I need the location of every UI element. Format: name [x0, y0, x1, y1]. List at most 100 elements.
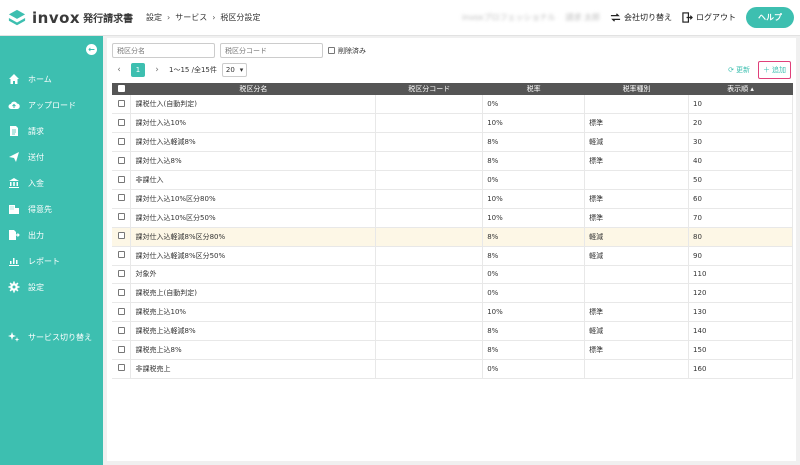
collapse-sidebar-icon[interactable]: ← [86, 44, 97, 55]
cell-display-order: 130 [688, 302, 793, 323]
table-row[interactable]: 非課税売上 0% 160 [112, 359, 793, 379]
sidebar-item-settings[interactable]: 設定 [0, 274, 103, 300]
table-row[interactable]: 課対仕入込10%区分50% 10% 標準 70 [112, 208, 793, 228]
row-checkbox-cell[interactable] [112, 283, 132, 304]
row-checkbox-cell[interactable] [112, 151, 132, 172]
app-logo[interactable]: invox 発行請求書 [0, 9, 140, 27]
row-checkbox-cell[interactable] [112, 227, 132, 247]
tax-code-search-input[interactable] [220, 43, 323, 58]
sidebar-item-home[interactable]: ホーム [0, 66, 103, 92]
row-checkbox-cell[interactable] [112, 132, 132, 153]
row-checkbox[interactable] [117, 194, 125, 202]
cell-rate: 10% [482, 302, 586, 323]
column-header-display-order[interactable]: 表示順 ▴ [688, 83, 793, 95]
cell-rate: 8% [482, 340, 586, 360]
column-header-name[interactable]: 税区分名 [130, 83, 376, 95]
sidebar-item-label: 送付 [28, 152, 44, 162]
help-button[interactable]: ヘルプ [746, 7, 794, 28]
row-checkbox[interactable] [117, 99, 125, 107]
next-page-icon[interactable]: › [150, 63, 164, 77]
row-checkbox-cell[interactable] [112, 246, 132, 266]
row-checkbox[interactable] [117, 288, 125, 296]
sidebar-item-switch-service[interactable]: サービス切り替え [0, 324, 103, 350]
row-checkbox[interactable] [117, 213, 125, 221]
sidebar-item-payment[interactable]: 入金 [0, 170, 103, 196]
row-checkbox[interactable] [117, 156, 125, 164]
add-button[interactable]: ＋ 追加 [758, 61, 791, 79]
table-row[interactable]: 非課仕入 0% 50 [112, 170, 793, 190]
row-checkbox[interactable] [117, 326, 125, 334]
row-checkbox-cell[interactable] [112, 302, 132, 323]
cell-rate-type: 標準 [584, 113, 690, 134]
cell-rate-type: 標準 [584, 189, 690, 209]
table-row[interactable]: 課対仕入込軽減8% 8% 軽減 30 [112, 132, 793, 153]
table-row[interactable]: 課対仕入込10% 10% 標準 20 [112, 113, 793, 134]
table-row[interactable]: 課対仕入込軽減8%区分80% 8% 軽減 80 [112, 227, 793, 247]
sidebar-item-invoice[interactable]: 請求 [0, 118, 103, 144]
refresh-label: 更新 [736, 66, 750, 74]
select-all-checkbox[interactable] [117, 84, 125, 92]
table-row[interactable]: 課税売上(自動判定) 0% 120 [112, 283, 793, 304]
row-checkbox[interactable] [117, 232, 125, 240]
cell-rate-type: 軽減 [584, 227, 690, 247]
sidebar-item-customers[interactable]: 得意先 [0, 196, 103, 222]
document-icon [10, 126, 18, 136]
row-checkbox[interactable] [117, 251, 125, 259]
row-checkbox-cell[interactable] [112, 359, 132, 379]
switch-company-button[interactable]: 会社切り替え [610, 12, 672, 23]
row-checkbox[interactable] [117, 118, 125, 126]
prev-page-icon[interactable]: ‹ [112, 63, 126, 77]
row-checkbox[interactable] [117, 137, 125, 145]
cell-name: 課対仕入込10% [130, 113, 377, 134]
cell-display-order: 20 [688, 113, 793, 134]
row-checkbox[interactable] [117, 364, 125, 372]
show-deleted-checkbox[interactable] [328, 47, 335, 54]
table-row[interactable]: 課対仕入込8% 8% 標準 40 [112, 151, 793, 172]
show-deleted-toggle[interactable]: 削除済み [328, 46, 366, 56]
sidebar-item-label: 入金 [28, 178, 44, 188]
table-row[interactable]: 課対仕入込軽減8%区分50% 8% 軽減 90 [112, 246, 793, 266]
sidebar-item-upload[interactable]: アップロード [0, 92, 103, 118]
row-checkbox-cell[interactable] [112, 208, 132, 228]
row-checkbox-cell[interactable] [112, 170, 132, 190]
cell-display-order: 80 [688, 227, 793, 247]
row-checkbox-cell[interactable] [112, 321, 132, 342]
row-checkbox[interactable] [117, 307, 125, 315]
row-checkbox[interactable] [117, 175, 125, 183]
table-row[interactable]: 課税仕入(自動判定) 0% 10 [112, 95, 793, 115]
select-all-header[interactable] [112, 83, 131, 95]
sidebar-item-report[interactable]: レポート [0, 248, 103, 274]
row-checkbox-cell[interactable] [112, 189, 132, 209]
current-page-button[interactable]: 1 [131, 63, 145, 77]
sidebar-item-label: サービス切り替え [28, 332, 92, 342]
per-page-select[interactable]: 20 ▾ [221, 63, 248, 77]
row-checkbox-cell[interactable] [112, 95, 132, 115]
column-header-code[interactable]: 税区分コード [375, 83, 483, 95]
cell-name: 非課仕入 [130, 170, 377, 190]
table-row[interactable]: 課税売上込8% 8% 標準 150 [112, 340, 793, 360]
breadcrumb-item[interactable]: サービス [175, 12, 207, 23]
cell-display-order: 140 [688, 321, 793, 342]
logout-button[interactable]: ログアウト [682, 12, 736, 23]
cell-rate: 0% [482, 95, 586, 115]
cell-rate-type [584, 95, 690, 115]
row-checkbox-cell[interactable] [112, 340, 132, 360]
refresh-button[interactable]: ⟳ 更新 [728, 65, 750, 75]
cell-rate-type [584, 170, 690, 190]
cell-rate: 10% [482, 113, 586, 134]
column-header-rate[interactable]: 税率 [482, 83, 585, 95]
row-checkbox[interactable] [117, 345, 125, 353]
table-row[interactable]: 対象外 0% 110 [112, 265, 793, 285]
row-checkbox-cell[interactable] [112, 265, 132, 285]
sidebar-item-send[interactable]: 送付 [0, 144, 103, 170]
breadcrumb-item[interactable]: 設定 [146, 12, 162, 23]
sidebar-item-export[interactable]: 出力 [0, 222, 103, 248]
row-checkbox-cell[interactable] [112, 113, 132, 134]
tax-name-search-input[interactable] [112, 43, 215, 58]
table-row[interactable]: 課対仕入込10%区分80% 10% 標準 60 [112, 189, 793, 209]
table-row[interactable]: 課税売上込軽減8% 8% 軽減 140 [112, 321, 793, 342]
cell-display-order: 10 [688, 95, 793, 115]
row-checkbox[interactable] [117, 269, 125, 277]
table-row[interactable]: 課税売上込10% 10% 標準 130 [112, 302, 793, 323]
column-header-rate-type[interactable]: 税率種別 [584, 83, 689, 95]
